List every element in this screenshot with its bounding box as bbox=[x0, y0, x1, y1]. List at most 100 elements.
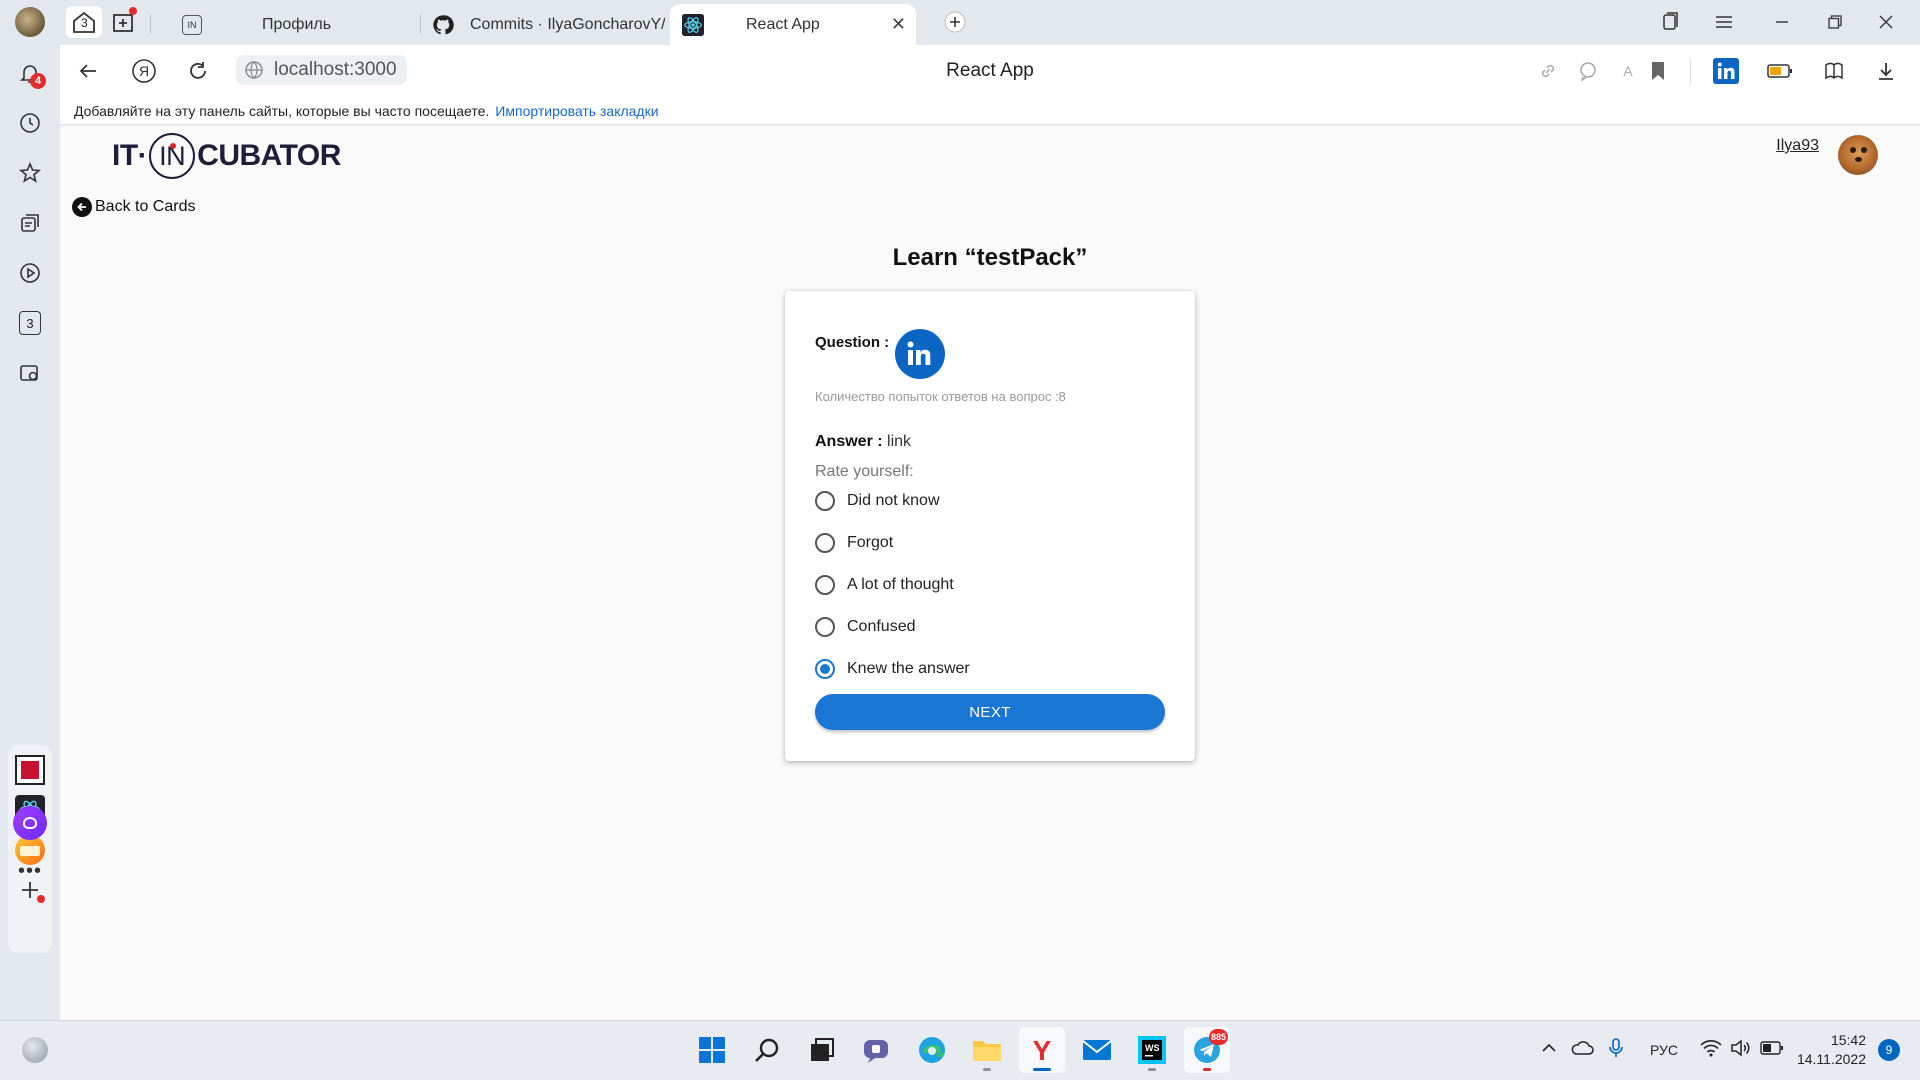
back-to-cards-link[interactable]: Back to Cards bbox=[72, 197, 195, 217]
reload-icon bbox=[190, 62, 206, 79]
speaker-icon bbox=[1731, 1039, 1750, 1057]
notification-center-badge[interactable]: 9 bbox=[1878, 1039, 1900, 1061]
webstorm-button[interactable]: WS bbox=[1129, 1027, 1175, 1073]
notifications-button[interactable]: 4 bbox=[12, 55, 48, 91]
new-tab-button[interactable] bbox=[937, 6, 973, 38]
rate-option-a-lot-of-thought[interactable]: A lot of thought bbox=[815, 572, 954, 598]
radio-button-checked[interactable] bbox=[815, 659, 835, 679]
browser-sidebar: 4 3 ••• bbox=[0, 45, 60, 1020]
screenshot-icon bbox=[20, 365, 38, 381]
arrow-back-icon bbox=[72, 197, 92, 217]
running-indicator bbox=[1148, 1068, 1156, 1071]
collections-button[interactable] bbox=[12, 205, 48, 241]
telegram-button[interactable]: 885 bbox=[1184, 1027, 1230, 1073]
rate-option-label: Did not know bbox=[847, 492, 940, 509]
tab-profile[interactable]: IN Профиль bbox=[170, 4, 410, 45]
volume-status[interactable] bbox=[1730, 1039, 1752, 1062]
next-button[interactable]: NEXT bbox=[815, 694, 1165, 730]
edge-button[interactable] bbox=[909, 1027, 955, 1073]
plus-icon bbox=[944, 11, 966, 33]
battery-status[interactable] bbox=[1760, 1041, 1784, 1060]
browser-menu-button[interactable] bbox=[1704, 8, 1744, 36]
reload-button[interactable] bbox=[184, 57, 212, 85]
downloads-button[interactable] bbox=[1872, 57, 1900, 85]
import-bookmarks-link[interactable]: Импортировать закладки bbox=[495, 103, 658, 119]
app-shortcut-incubator[interactable] bbox=[15, 755, 45, 785]
tab-collections-button[interactable] bbox=[1650, 8, 1690, 36]
tab-title: Профиль bbox=[262, 15, 332, 33]
edge-icon bbox=[919, 1037, 945, 1063]
minimize-button[interactable] bbox=[1762, 8, 1802, 36]
new-tab-group-button[interactable] bbox=[106, 6, 142, 38]
rate-option-did-not-know[interactable]: Did not know bbox=[815, 488, 940, 514]
onedrive-button[interactable] bbox=[1570, 1039, 1594, 1062]
tabs-home-button[interactable]: 3 bbox=[66, 6, 102, 38]
taskbar-clock[interactable]: 15:42 14.11.2022 bbox=[1797, 1031, 1866, 1069]
rate-option-knew-the-answer[interactable]: Knew the answer bbox=[815, 656, 970, 682]
restore-button[interactable] bbox=[1815, 8, 1855, 36]
tab-react-app[interactable]: React App ✕ bbox=[670, 4, 916, 45]
file-explorer-button[interactable] bbox=[964, 1027, 1010, 1073]
radio-button[interactable] bbox=[815, 491, 835, 511]
it-incubator-logo[interactable]: IT· IN CUBATOR bbox=[112, 132, 341, 180]
star-icon bbox=[18, 161, 42, 183]
reviews-button[interactable] bbox=[1574, 57, 1602, 85]
answer-value: link bbox=[887, 433, 912, 450]
minimize-icon bbox=[1776, 21, 1788, 23]
rate-option-confused[interactable]: Confused bbox=[815, 614, 916, 640]
question-row: Question : bbox=[815, 329, 946, 379]
mail-button[interactable] bbox=[1074, 1027, 1120, 1073]
search-icon bbox=[755, 1038, 779, 1062]
profile-avatar-image bbox=[15, 7, 45, 37]
yandex-browser-button[interactable]: Y bbox=[1019, 1027, 1065, 1073]
home-tabs-count: 3 bbox=[81, 16, 88, 30]
translate-button[interactable]: A bbox=[1614, 57, 1642, 85]
answer-row: Answer : link bbox=[815, 433, 911, 451]
teams-chat-button[interactable] bbox=[854, 1027, 900, 1073]
radio-button[interactable] bbox=[815, 575, 835, 595]
question-label: Question : bbox=[815, 334, 890, 351]
user-avatar[interactable] bbox=[1838, 135, 1878, 175]
alice-assistant-button[interactable] bbox=[12, 805, 48, 841]
radio-button[interactable] bbox=[815, 617, 835, 637]
user-name-link[interactable]: Ilya93 bbox=[1776, 137, 1819, 155]
show-hidden-icons-button[interactable] bbox=[1540, 1039, 1558, 1062]
more-button[interactable]: ••• bbox=[12, 853, 48, 889]
video-button[interactable] bbox=[12, 255, 48, 291]
linkedin-extension-button[interactable] bbox=[1712, 57, 1740, 85]
bookmarks-button[interactable] bbox=[12, 155, 48, 191]
rate-option-forgot[interactable]: Forgot bbox=[815, 530, 893, 556]
yandex-button[interactable]: Я bbox=[130, 57, 158, 85]
browser-profile-avatar[interactable] bbox=[12, 6, 48, 38]
answer-label: Answer : bbox=[815, 433, 883, 450]
url-field[interactable]: localhost:3000 bbox=[236, 55, 407, 85]
task-view-button[interactable] bbox=[799, 1027, 845, 1073]
start-button[interactable] bbox=[689, 1027, 735, 1073]
reader-button[interactable] bbox=[1820, 57, 1848, 85]
bookmark-page-button[interactable] bbox=[1644, 57, 1672, 85]
search-button[interactable] bbox=[744, 1027, 790, 1073]
url-text: localhost:3000 bbox=[274, 59, 397, 80]
active-indicator bbox=[1033, 1068, 1051, 1071]
back-button[interactable] bbox=[74, 57, 102, 85]
rate-option-label: Confused bbox=[847, 618, 916, 635]
history-button[interactable] bbox=[12, 105, 48, 141]
microphone-button[interactable] bbox=[1608, 1037, 1624, 1064]
attempts-count-text: Количество попыток ответов на вопрос :8 bbox=[815, 389, 1066, 404]
widgets-button[interactable] bbox=[12, 1027, 58, 1073]
wifi-status[interactable] bbox=[1700, 1039, 1722, 1062]
battery-saver-button[interactable] bbox=[1766, 57, 1794, 85]
input-language-indicator[interactable]: РУС bbox=[1650, 1042, 1678, 1058]
screenshot-button[interactable] bbox=[12, 355, 48, 391]
rate-option-label: Forgot bbox=[847, 534, 894, 551]
share-button[interactable] bbox=[1534, 57, 1562, 85]
tab-github-commits[interactable]: Commits · IlyaGoncharovY/ bbox=[428, 4, 668, 45]
close-window-button[interactable] bbox=[1866, 8, 1906, 36]
new-indicator-dot bbox=[129, 7, 137, 15]
clock-icon bbox=[20, 113, 40, 133]
clock-date: 14.11.2022 bbox=[1796, 1051, 1866, 1067]
download-icon bbox=[1879, 63, 1893, 80]
tabs-counter-button[interactable]: 3 bbox=[12, 305, 48, 341]
radio-button[interactable] bbox=[815, 533, 835, 553]
close-tab-icon[interactable]: ✕ bbox=[891, 14, 906, 35]
